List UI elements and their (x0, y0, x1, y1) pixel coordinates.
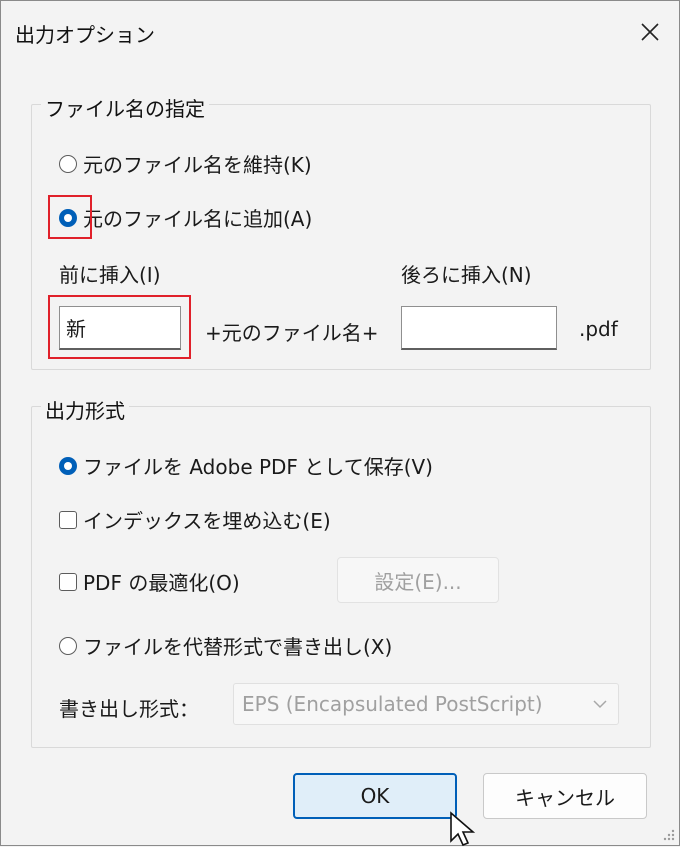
middle-text: +元のファイル名+ (205, 321, 379, 345)
save-pdf-radio-circle[interactable] (59, 456, 77, 475)
resize-grip-icon[interactable] (661, 827, 675, 841)
embed-index-checkbox[interactable]: インデックスを埋め込む(E) (59, 505, 331, 534)
export-alt-radio-circle[interactable] (59, 636, 77, 655)
extension-text: .pdf (579, 317, 618, 341)
format-group-legend: 出力形式 (41, 395, 129, 424)
suffix-input[interactable] (401, 306, 557, 350)
settings-button[interactable]: 設定(E)... (337, 557, 499, 603)
dialog-title: 出力オプション (15, 23, 155, 47)
optimize-pdf-label: PDF の最適化(O) (83, 571, 240, 595)
ok-button[interactable]: OK (293, 773, 457, 819)
close-button[interactable] (629, 11, 671, 53)
close-icon (641, 23, 659, 41)
optimize-pdf-checkbox-box[interactable] (59, 572, 77, 591)
mouse-pointer-icon (450, 811, 476, 847)
filename-group-legend: ファイル名の指定 (41, 93, 209, 122)
title-bar: 出力オプション (1, 1, 679, 63)
export-format-value: EPS (Encapsulated PostScript) (242, 692, 543, 716)
export-format-select[interactable]: EPS (Encapsulated PostScript) (233, 683, 619, 725)
cancel-button[interactable]: キャンセル (483, 773, 647, 819)
add-to-name-label: 元のファイル名に追加(A) (83, 207, 313, 231)
keep-name-label: 元のファイル名を維持(K) (83, 153, 312, 177)
save-pdf-label: ファイルを Adobe PDF として保存(V) (83, 455, 433, 479)
embed-index-label: インデックスを埋め込む(E) (83, 509, 331, 533)
save-pdf-radio[interactable]: ファイルを Adobe PDF として保存(V) (59, 451, 433, 480)
chevron-down-icon (593, 700, 607, 709)
keep-name-radio[interactable]: 元のファイル名を維持(K) (59, 149, 312, 178)
add-to-name-radio[interactable]: 元のファイル名に追加(A) (59, 203, 312, 232)
output-options-dialog: 出力オプション ファイル名の指定 元のファイル名を維持(K) 元のファイル名に追… (0, 0, 680, 847)
optimize-pdf-checkbox[interactable]: PDF の最適化(O) (59, 567, 240, 596)
export-alt-radio[interactable]: ファイルを代替形式で書き出し(X) (59, 631, 392, 660)
highlight-box-prefix (48, 295, 191, 359)
embed-index-checkbox-box[interactable] (59, 510, 77, 529)
keep-name-radio-circle[interactable] (59, 154, 77, 173)
export-alt-label: ファイルを代替形式で書き出し(X) (83, 635, 393, 659)
suffix-label: 後ろに挿入(N) (401, 263, 532, 287)
prefix-label: 前に挿入(I) (59, 263, 161, 287)
highlight-box-radio (48, 195, 92, 239)
export-format-label: 書き出し形式： (59, 697, 199, 721)
